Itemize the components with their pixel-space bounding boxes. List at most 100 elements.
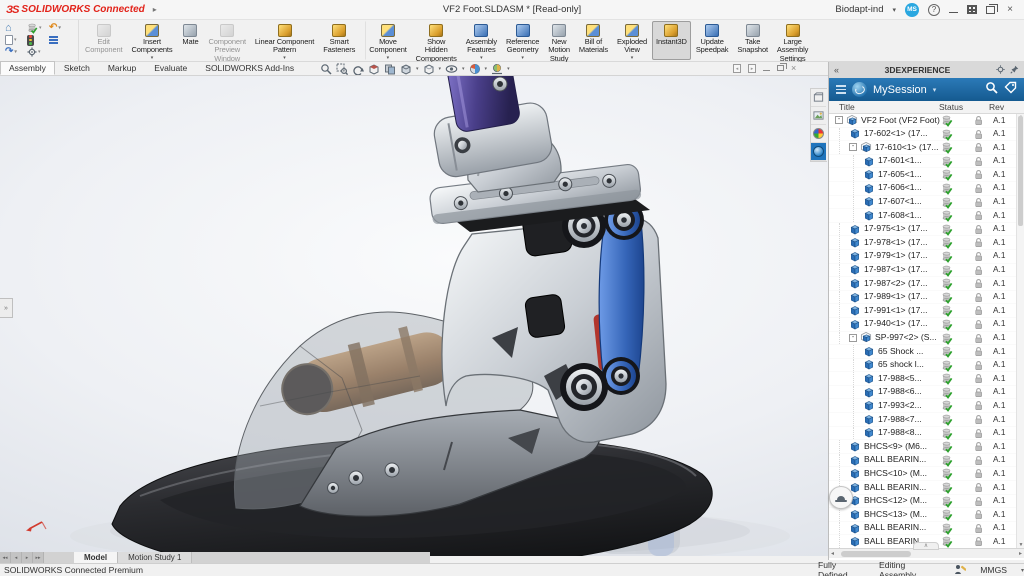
tree-row[interactable]: 17-989<1> (17... A.1 xyxy=(829,290,1024,305)
tree-row[interactable]: 17-988<8... A.1 xyxy=(829,426,1024,441)
restore-button[interactable] xyxy=(986,3,998,14)
tab-nav-first-icon[interactable]: ◂◂ xyxy=(0,552,11,563)
tree-row[interactable]: BHCS<13> (M... A.1 xyxy=(829,508,1024,522)
help-icon[interactable]: ? xyxy=(928,3,940,16)
ribbon-button[interactable]: Linear Component Pattern ▾ xyxy=(251,21,318,60)
tree-row[interactable]: 17-601<1... A.1 xyxy=(829,154,1024,169)
design-library-tab[interactable] xyxy=(811,89,826,107)
expander-icon[interactable]: - xyxy=(849,333,857,342)
zoom-to-fit-icon[interactable] xyxy=(320,63,332,75)
tree-row[interactable]: 65 Shock ... A.1 xyxy=(829,345,1024,359)
panel-vertical-scrollbar[interactable]: ▲ ▼ xyxy=(1016,114,1024,548)
3d-viewport[interactable]: » xyxy=(0,52,828,574)
column-status[interactable]: Status xyxy=(939,102,963,112)
tab-nav-prev-icon[interactable]: ◂ xyxy=(11,552,22,563)
account-name[interactable]: Biodapt-ind xyxy=(835,4,883,15)
tree-row[interactable]: 17-987<1> (17... A.1 xyxy=(829,263,1024,278)
vscroll-thumb[interactable] xyxy=(1018,116,1023,226)
units-selector[interactable]: MMGS xyxy=(980,565,1007,575)
doc-restore-button[interactable] xyxy=(777,63,787,71)
model-tab[interactable]: Model xyxy=(74,552,119,563)
ribbon-button[interactable]: Assembly Features ▾ xyxy=(462,21,501,60)
close-button[interactable]: × xyxy=(1004,4,1016,15)
user-avatar[interactable]: MS xyxy=(905,2,919,17)
ribbon-button[interactable]: Edit Component xyxy=(81,21,126,60)
custom-properties-tab[interactable] xyxy=(811,125,826,143)
ribbon-button[interactable]: Bill of Materials xyxy=(575,21,612,60)
motion-study-tab[interactable]: Motion Study 1 xyxy=(118,552,193,563)
ribbon-button[interactable]: Insert Components ▾ xyxy=(127,21,176,60)
ribbon-button[interactable]: Update Speedpak xyxy=(692,21,733,60)
view-orientation-caret-icon[interactable]: ▾ xyxy=(416,66,419,72)
panel-menu-icon[interactable] xyxy=(836,85,846,94)
ribbon-button[interactable]: Show Hidden Components xyxy=(412,21,461,63)
ribbon-button[interactable]: Instant3D xyxy=(652,21,691,60)
tree-row[interactable]: 17-978<1> (17... A.1 xyxy=(829,236,1024,250)
ribbon-button[interactable]: Exploded View ▾ xyxy=(613,21,651,60)
options-gear-icon[interactable]: ▾ xyxy=(27,47,49,57)
session-chevron-icon[interactable]: ▾ xyxy=(933,86,937,94)
tree-row[interactable]: 17-988<7... A.1 xyxy=(829,413,1024,427)
tree-row[interactable]: 17-608<1... A.1 xyxy=(829,209,1024,223)
display-style-caret-icon[interactable]: ▾ xyxy=(439,66,442,72)
column-rev[interactable]: Rev xyxy=(989,102,1004,112)
minimize-button[interactable] xyxy=(949,6,958,13)
tree-row[interactable]: 17-988<6... A.1 xyxy=(829,385,1024,400)
tree-row[interactable]: BALL BEARIN... A.1 xyxy=(829,481,1024,495)
tab-nav-last-icon[interactable]: ▸▸ xyxy=(33,552,44,563)
assistant-icon[interactable] xyxy=(829,486,853,509)
ribbon-button[interactable]: Take Snapshot xyxy=(733,21,772,60)
expander-icon[interactable]: - xyxy=(835,116,843,125)
tree-row[interactable]: 17-991<1> (17... A.1 xyxy=(829,304,1024,318)
hide-show-items-icon[interactable] xyxy=(445,63,458,75)
ribbon-button[interactable]: New Motion Study xyxy=(544,21,574,63)
toolbar-expand-icon[interactable]: ▸ xyxy=(153,5,157,14)
appearance-caret-icon[interactable]: ▾ xyxy=(485,66,488,72)
apply-scene-icon[interactable] xyxy=(491,63,503,75)
scroll-down-icon[interactable]: ▼ xyxy=(1017,542,1024,548)
tab-nav-next-icon[interactable]: ▸ xyxy=(22,552,33,563)
panel-collapse-handle[interactable]: ∧ xyxy=(913,542,939,550)
undo-icon[interactable]: ↶ ▾ xyxy=(49,23,71,33)
previous-view-icon[interactable] xyxy=(352,63,364,75)
tree-row[interactable]: 17-605<1... A.1 xyxy=(829,168,1024,182)
3dexperience-compass-icon[interactable] xyxy=(852,82,867,97)
tree-row[interactable]: 17-940<1> (17... A.1 xyxy=(829,317,1024,332)
ribbon-button[interactable]: Smart Fasteners xyxy=(319,21,359,60)
new-document-icon[interactable]: ▾ xyxy=(5,35,27,45)
account-chevron-icon[interactable]: ▾ xyxy=(892,6,896,14)
command-tab[interactable]: Sketch xyxy=(55,61,99,75)
tree-row[interactable]: BALL BEARIN... A.1 xyxy=(829,453,1024,468)
previous-window-icon[interactable]: ◂ xyxy=(733,63,741,73)
tree-row[interactable]: BHCS<12> (M... A.1 xyxy=(829,494,1024,509)
edit-sketch-icon[interactable] xyxy=(954,564,967,576)
ribbon-button[interactable]: Move Component ▾ xyxy=(365,21,410,60)
command-tab[interactable]: Assembly xyxy=(0,61,55,75)
appearances-scenes-tab[interactable] xyxy=(811,107,826,125)
scroll-right-icon[interactable]: ▸ xyxy=(1019,550,1022,557)
3dexperience-tab[interactable] xyxy=(811,143,826,161)
next-window-icon[interactable]: ▸ xyxy=(748,63,756,73)
tree-row[interactable]: 65 shock l... A.1 xyxy=(829,358,1024,373)
panel-pin-icon[interactable] xyxy=(1010,65,1019,76)
scene-caret-icon[interactable]: ▾ xyxy=(507,66,510,72)
ribbon-button[interactable]: Component Preview Window xyxy=(204,21,249,63)
featuremanager-collapsed-tab[interactable]: » xyxy=(0,298,13,318)
command-tab[interactable]: Markup xyxy=(99,61,145,75)
scroll-left-icon[interactable]: ◂ xyxy=(831,550,834,557)
session-selector[interactable]: MySession xyxy=(873,84,927,96)
properties-icon[interactable] xyxy=(49,35,71,45)
layout-grid-icon[interactable] xyxy=(967,5,977,14)
panel-tag-icon[interactable] xyxy=(1004,81,1017,99)
tree-row[interactable]: 17-987<2> (17... A.1 xyxy=(829,277,1024,291)
doc-close-button[interactable]: × xyxy=(791,63,796,73)
panel-gear-icon[interactable] xyxy=(996,64,1005,76)
command-tab[interactable]: SOLIDWORKS Add-Ins xyxy=(196,61,303,75)
zoom-to-area-icon[interactable] xyxy=(336,63,348,75)
ribbon-button[interactable]: Large Assembly Settings xyxy=(773,21,812,63)
traffic-light-icon[interactable] xyxy=(27,34,49,46)
doc-minimize-button[interactable] xyxy=(763,65,770,71)
display-pane-icon[interactable] xyxy=(384,63,396,75)
save-icon[interactable]: ▾ xyxy=(27,23,49,34)
tree-row[interactable]: 17-988<5... A.1 xyxy=(829,372,1024,386)
